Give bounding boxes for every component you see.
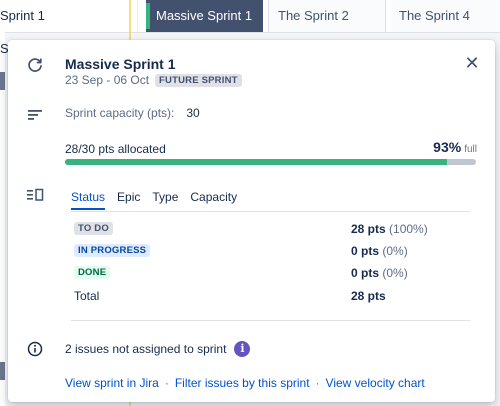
todo-lozenge: TO DO [74, 222, 113, 235]
done-lozenge: DONE [74, 266, 111, 279]
link-separator: · [315, 376, 320, 390]
sprint-tab-sprint-1[interactable]: Sprint 1 [0, 0, 138, 32]
unassigned-issues-row: 2 issues not assigned to sprint i [65, 341, 251, 357]
section-divider [71, 320, 470, 321]
total-points: 28 pts [351, 289, 386, 303]
left-edge-marker [0, 72, 5, 90]
points-percent: (0%) [382, 266, 408, 280]
sprint-tab-label: The Sprint 4 [399, 8, 470, 23]
allocation-progress-bar [65, 159, 476, 165]
info-badge-icon[interactable]: i [234, 341, 251, 357]
unassigned-issues-text: 2 issues not assigned to sprint [65, 342, 227, 356]
sprint-tab-the-sprint-2[interactable]: The Sprint 2 [268, 0, 386, 32]
total-label: Total [74, 289, 100, 303]
sprint-title: Massive Sprint 1 [65, 56, 176, 72]
sprint-dates: 23 Sep - 06 Oct [65, 73, 150, 87]
status-lozenge: FUTURE SPRINT [155, 73, 242, 87]
points-value: 28 pts [351, 289, 386, 303]
close-icon[interactable]: ✕ [463, 54, 481, 72]
status-row-in-progress: IN PROGRESS 0 pts (0%) [74, 241, 470, 261]
allocated-percent-row: 93% full [433, 139, 477, 155]
velocity-chart-link[interactable]: View velocity chart [326, 376, 425, 390]
left-edge-marker [0, 362, 5, 380]
breakdown-list-icon [24, 184, 46, 206]
filter-issues-link[interactable]: Filter issues by this sprint [175, 376, 310, 390]
status-row-todo: TO DO 28 pts (100%) [74, 219, 470, 239]
tabs-divider [71, 211, 470, 212]
sprint-tab-label: The Sprint 2 [278, 8, 349, 23]
done-points: 0 pts (0%) [351, 266, 408, 280]
capacity-row: Sprint capacity (pts): 30 [65, 106, 200, 120]
capacity-value: 30 [186, 106, 200, 120]
allocated-label: 28/30 pts allocated [65, 142, 166, 156]
sprint-cycle-icon [24, 54, 46, 76]
filter-lines-icon [24, 104, 46, 126]
sprint-accent [146, 3, 150, 29]
sprint-tab-the-sprint-4[interactable]: The Sprint 4 [390, 0, 500, 32]
sprint-tab-label: Sprint 1 [0, 8, 45, 23]
sprint-details-popup: Massive Sprint 1 23 Sep - 06 Oct FUTURE … [8, 40, 495, 402]
allocated-suffix: full [464, 144, 477, 155]
tab-status[interactable]: Status [71, 190, 106, 210]
status-row-total: Total 28 pts [74, 286, 470, 306]
info-icon [24, 338, 46, 360]
tab-type[interactable]: Type [152, 190, 178, 210]
in-progress-lozenge: IN PROGRESS [74, 244, 151, 257]
status-row-done: DONE 0 pts (0%) [74, 263, 470, 283]
todo-points: 28 pts (100%) [351, 222, 428, 236]
sprint-header-bar: Sprint 1 Massive Sprint 1 The Sprint 2 T… [0, 0, 500, 33]
breakdown-tabs: Status Epic Type Capacity [71, 190, 237, 210]
link-separator: · [164, 376, 169, 390]
tab-epic[interactable]: Epic [117, 190, 140, 210]
view-sprint-link[interactable]: View sprint in Jira [65, 376, 159, 390]
capacity-label: Sprint capacity (pts): [65, 106, 175, 120]
allocated-percent: 93% [433, 139, 462, 155]
allocation-progress-fill [65, 159, 448, 165]
sprint-tab-massive-sprint-1[interactable]: Massive Sprint 1 [146, 0, 263, 32]
sprint-dates-row: 23 Sep - 06 Oct FUTURE SPRINT [65, 73, 242, 87]
points-percent: (100%) [389, 222, 428, 236]
sprint-tab-label: Massive Sprint 1 [156, 8, 253, 23]
tab-capacity[interactable]: Capacity [190, 190, 237, 210]
points-percent: (0%) [382, 244, 408, 258]
popup-links: View sprint in Jira · Filter issues by t… [65, 376, 425, 390]
points-value: 28 pts [351, 222, 386, 236]
points-value: 0 pts [351, 266, 380, 280]
points-value: 0 pts [351, 244, 380, 258]
in-progress-points: 0 pts (0%) [351, 244, 408, 258]
